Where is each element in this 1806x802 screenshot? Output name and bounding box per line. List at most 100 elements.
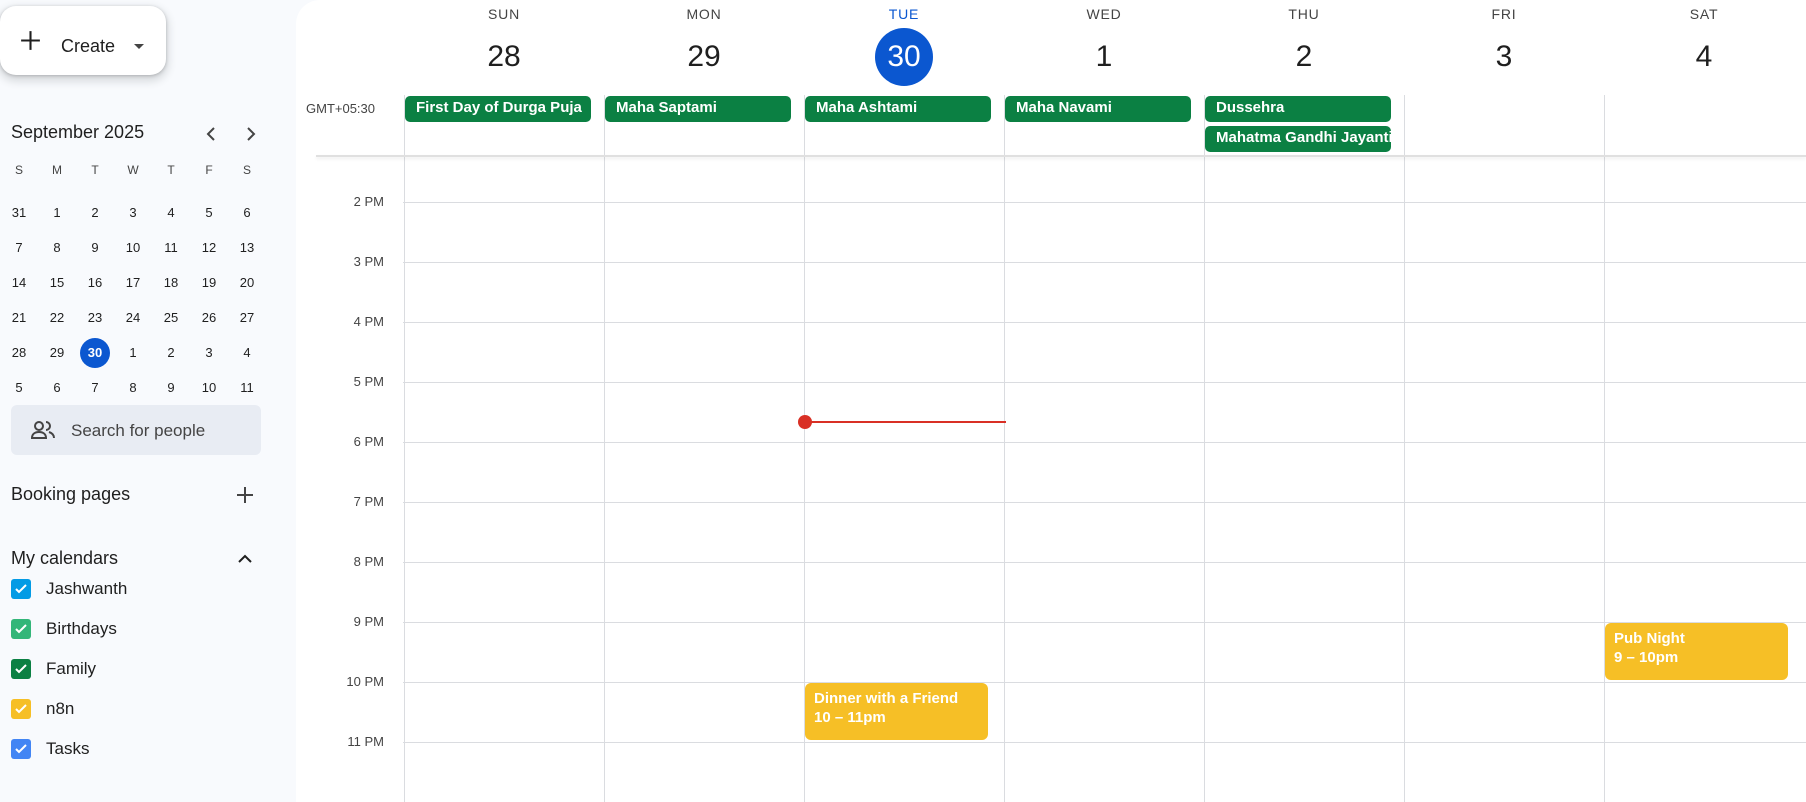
calendar-item[interactable]: Birthdays xyxy=(11,617,261,641)
hour-label: 11 PM xyxy=(347,734,384,749)
mini-day[interactable]: 11 xyxy=(152,230,190,265)
mini-day[interactable]: 16 xyxy=(76,265,114,300)
mini-day[interactable]: 18 xyxy=(152,265,190,300)
all-day-event[interactable]: First Day of Durga Puja xyxy=(405,96,591,122)
booking-pages-section: Booking pages xyxy=(11,483,261,507)
day-number[interactable]: 28 xyxy=(475,28,533,86)
mini-day[interactable]: 7 xyxy=(76,370,114,405)
day-header: SAT 4 xyxy=(1604,0,1804,86)
mini-day[interactable]: 2 xyxy=(76,195,114,230)
all-day-event[interactable]: Maha Ashtami xyxy=(805,96,991,122)
mini-weekday: T xyxy=(91,163,99,177)
mini-day-number: 8 xyxy=(129,380,137,395)
people-icon xyxy=(30,421,55,439)
mini-day[interactable]: 20 xyxy=(228,265,266,300)
hour-label: 7 PM xyxy=(353,494,384,509)
mini-day[interactable]: 9 xyxy=(76,230,114,265)
mini-day[interactable]: 8 xyxy=(114,370,152,405)
checkbox-checked-icon[interactable] xyxy=(11,699,31,719)
mini-day[interactable]: 17 xyxy=(114,265,152,300)
calendar-name: Tasks xyxy=(46,739,90,758)
hour-label: 2 PM xyxy=(353,194,384,209)
day-number[interactable]: 3 xyxy=(1475,28,1533,86)
hour-label: 3 PM xyxy=(353,254,384,269)
mini-day[interactable]: 31 xyxy=(0,195,38,230)
hour-line xyxy=(403,322,1806,323)
day-of-week: SUN xyxy=(488,6,520,22)
day-number[interactable]: 30 xyxy=(875,28,933,86)
mini-day[interactable]: 24 xyxy=(114,300,152,335)
create-button[interactable]: Create xyxy=(0,6,166,75)
all-day-event[interactable]: Maha Saptami xyxy=(605,96,791,122)
checkbox-checked-icon[interactable] xyxy=(11,739,31,759)
mini-day[interactable]: 27 xyxy=(228,300,266,335)
mini-day[interactable]: 12 xyxy=(190,230,228,265)
mini-day-number: 24 xyxy=(125,310,141,325)
mini-day[interactable]: 25 xyxy=(152,300,190,335)
day-number[interactable]: 4 xyxy=(1675,28,1733,86)
chevron-up-icon[interactable] xyxy=(233,547,257,571)
mini-day[interactable]: 4 xyxy=(228,335,266,370)
mini-day[interactable]: 15 xyxy=(38,265,76,300)
calendar-name: Family xyxy=(46,659,97,678)
mini-day[interactable]: 29 xyxy=(38,335,76,370)
hour-line xyxy=(403,202,1806,203)
day-number[interactable]: 2 xyxy=(1275,28,1333,86)
mini-day[interactable]: 11 xyxy=(228,370,266,405)
mini-day[interactable]: 5 xyxy=(0,370,38,405)
mini-day[interactable]: 21 xyxy=(0,300,38,335)
calendar-item[interactable]: Jashwanth xyxy=(11,577,261,601)
mini-day[interactable]: 19 xyxy=(190,265,228,300)
search-people-input[interactable]: Search for people xyxy=(11,405,261,455)
mini-day-number: 23 xyxy=(87,310,103,325)
mini-day-number: 11 xyxy=(164,240,178,255)
all-day-event[interactable]: Maha Navami xyxy=(1005,96,1191,122)
mini-day[interactable]: 3 xyxy=(190,335,228,370)
mini-day-number: 18 xyxy=(163,275,179,290)
mini-day[interactable]: 14 xyxy=(0,265,38,300)
hour-line xyxy=(403,502,1806,503)
calendar-event[interactable]: Pub Night 9 – 10pm xyxy=(1605,623,1788,680)
mini-day[interactable]: 13 xyxy=(228,230,266,265)
checkbox-checked-icon[interactable] xyxy=(11,659,31,679)
day-of-week: THU xyxy=(1288,6,1320,22)
mini-day[interactable]: 8 xyxy=(38,230,76,265)
mini-day[interactable]: 23 xyxy=(76,300,114,335)
mini-week-row: 5 6 7 8 9 10 11 xyxy=(0,370,266,405)
all-day-event[interactable]: Dussehra xyxy=(1205,96,1391,122)
checkbox-checked-icon[interactable] xyxy=(11,619,31,639)
day-number[interactable]: 1 xyxy=(1075,28,1133,86)
mini-day[interactable]: 22 xyxy=(38,300,76,335)
mini-day[interactable]: 6 xyxy=(38,370,76,405)
calendar-item[interactable]: Tasks xyxy=(11,737,261,761)
mini-day-number: 7 xyxy=(91,380,99,395)
calendar-item[interactable]: n8n xyxy=(11,697,261,721)
mini-week-row: 21 22 23 24 25 26 27 xyxy=(0,300,266,335)
event-title: Dinner with a Friend xyxy=(814,690,959,707)
day-number[interactable]: 29 xyxy=(675,28,733,86)
mini-day[interactable]: 30 xyxy=(76,335,114,370)
mini-day[interactable]: 9 xyxy=(152,370,190,405)
mini-day[interactable]: 6 xyxy=(228,195,266,230)
mini-day[interactable]: 4 xyxy=(152,195,190,230)
mini-day[interactable]: 5 xyxy=(190,195,228,230)
chevron-left-icon[interactable] xyxy=(200,122,224,146)
mini-day[interactable]: 10 xyxy=(190,370,228,405)
mini-day[interactable]: 1 xyxy=(38,195,76,230)
mini-day[interactable]: 3 xyxy=(114,195,152,230)
chevron-right-icon[interactable] xyxy=(238,122,262,146)
hour-label: 6 PM xyxy=(353,434,384,449)
checkbox-checked-icon[interactable] xyxy=(11,579,31,599)
mini-day[interactable]: 26 xyxy=(190,300,228,335)
mini-day[interactable]: 10 xyxy=(114,230,152,265)
all-day-event[interactable]: Mahatma Gandhi Jayanti xyxy=(1205,126,1391,152)
calendar-event[interactable]: Dinner with a Friend 10 – 11pm xyxy=(805,683,988,740)
mini-day[interactable]: 1 xyxy=(114,335,152,370)
mini-day-number: 22 xyxy=(49,310,65,325)
add-icon[interactable] xyxy=(233,483,257,507)
mini-day-number: 12 xyxy=(201,240,217,255)
mini-day[interactable]: 7 xyxy=(0,230,38,265)
calendar-item[interactable]: Family xyxy=(11,657,261,681)
mini-day[interactable]: 28 xyxy=(0,335,38,370)
mini-day[interactable]: 2 xyxy=(152,335,190,370)
